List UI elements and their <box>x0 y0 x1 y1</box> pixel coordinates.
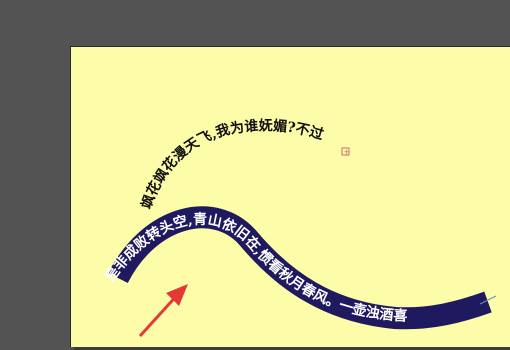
artwork-layer: 是非成败转头空,青山依旧在,惯看秋月春风。一壶浊酒喜 飒花飒花漫天飞,我为谁妩媚… <box>102 117 497 338</box>
red-arrow-icon <box>138 284 188 338</box>
workspace-canvas: 是非成败转头空,青山依旧在,惯看秋月春风。一壶浊酒喜 飒花飒花漫天飞,我为谁妩媚… <box>0 0 510 350</box>
text-overflow-marker[interactable]: + <box>341 147 350 157</box>
arc-path-text[interactable]: 飒花飒花漫天飞,我为谁妩媚?不过 <box>138 117 326 211</box>
arc-text-content: 飒花飒花漫天飞,我为谁妩媚?不过 <box>138 117 326 211</box>
overflow-marker-label: + <box>343 148 350 157</box>
